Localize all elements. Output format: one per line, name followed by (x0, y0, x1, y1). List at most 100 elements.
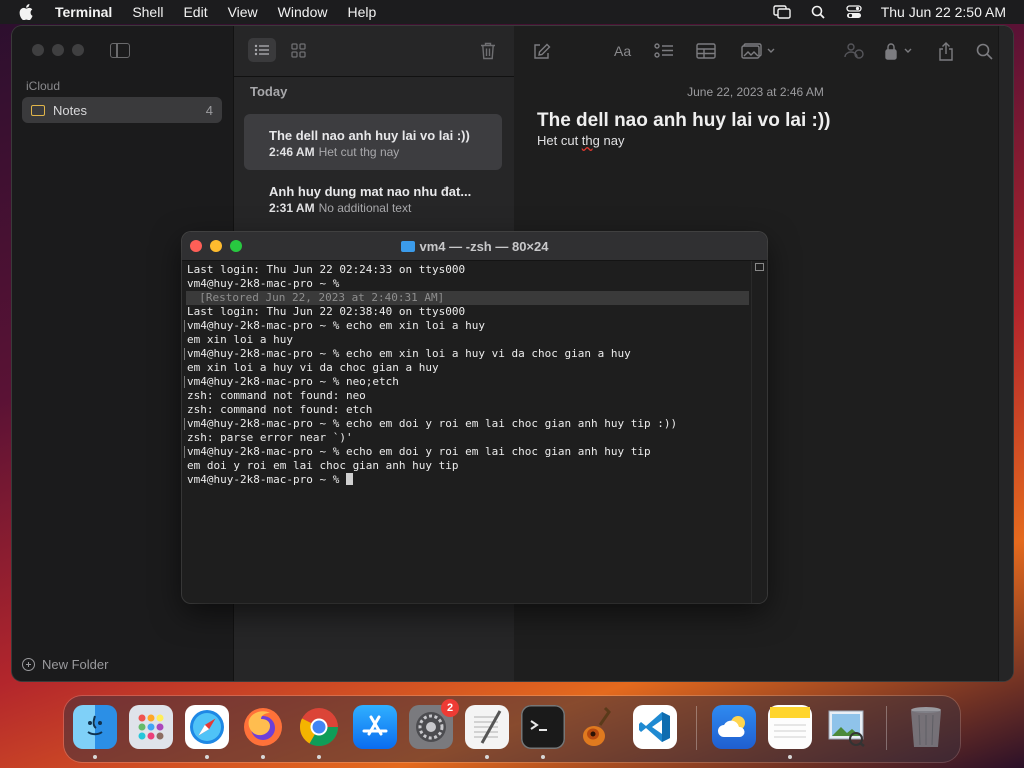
terminal-line: vm4@huy-2k8-mac-pro ~ % (187, 277, 340, 290)
note-item-preview: No additional text (318, 201, 412, 215)
format-text-button[interactable]: Aa (614, 41, 631, 61)
terminal-line: zsh: command not found: neo (187, 389, 366, 402)
terminal-prompt: vm4@huy-2k8-mac-pro ~ % (187, 473, 346, 486)
firefox-icon[interactable] (241, 705, 285, 749)
delete-note-button[interactable] (478, 40, 498, 62)
running-indicator (485, 755, 489, 759)
compose-icon (534, 43, 551, 59)
running-indicator (261, 755, 265, 759)
terminal-titlebar[interactable]: vm4 — -zsh — 80×24 (182, 232, 767, 261)
note-item-preview: Het cut thg nay (318, 145, 400, 159)
restored-session-banner: [Restored Jun 22, 2023 at 2:40:31 AM] (186, 291, 749, 305)
terminal-line: Last login: Thu Jun 22 02:24:33 on ttys0… (187, 263, 466, 276)
vscode-icon[interactable] (633, 705, 677, 749)
format-text-label: Aa (614, 43, 632, 59)
control-center-icon[interactable] (845, 5, 863, 19)
checklist-icon (654, 43, 673, 58)
folder-notes[interactable]: Notes 4 (22, 97, 222, 123)
close-button[interactable] (32, 44, 44, 56)
new-folder-label: New Folder (42, 657, 109, 672)
share-button[interactable] (938, 41, 954, 61)
running-indicator (317, 755, 321, 759)
menu-app-terminal[interactable]: Terminal (55, 4, 112, 20)
preview-icon[interactable] (824, 705, 868, 749)
note-item-time: 2:31 AM (269, 201, 315, 215)
gallery-view-icon (290, 42, 306, 58)
note-body-text: Het cut (537, 133, 582, 148)
note-list-item[interactable]: Anh huy dung mat nao nhu đat... 2:31 AM N… (244, 170, 502, 226)
note-item-meta: 2:31 AM No additional text (269, 201, 411, 215)
apple-menu-icon[interactable] (18, 4, 34, 20)
text-cursor (345, 473, 353, 485)
terminal-line: zsh: parse error near `)' (187, 431, 353, 444)
terminal-scrollbar[interactable] (751, 261, 767, 603)
menu-clock[interactable]: Thu Jun 22 2:50 AM (881, 4, 1006, 20)
editor-toolbar: Aa (514, 26, 1013, 76)
note-date: June 22, 2023 at 2:46 AM (687, 85, 824, 99)
terminal-icon[interactable] (521, 705, 565, 749)
list-view-button[interactable] (248, 38, 276, 62)
note-body[interactable]: Het cut thg nay (537, 133, 624, 148)
terminal-line: vm4@huy-2k8-mac-pro ~ % echo em doi y ro… (187, 445, 651, 458)
system-settings-icon[interactable]: 2 (409, 699, 459, 749)
textedit-icon[interactable] (465, 705, 509, 749)
weather-icon[interactable] (712, 705, 756, 749)
search-button[interactable] (976, 41, 993, 61)
zoom-button[interactable] (72, 44, 84, 56)
menu-window[interactable]: Window (278, 4, 328, 20)
collaborate-button[interactable] (844, 41, 864, 61)
terminal-line: em xin loi a huy vi da choc gian a huy (187, 361, 439, 374)
compose-note-button[interactable] (533, 41, 551, 61)
marks-icon[interactable] (755, 263, 764, 271)
note-title[interactable]: The dell nao anh huy lai vo lai :)) (537, 110, 830, 132)
terminal-output[interactable]: Last login: Thu Jun 22 02:24:33 on ttys0… (182, 261, 752, 603)
gallery-view-button[interactable] (284, 38, 312, 62)
folder-icon (400, 241, 415, 252)
new-folder-button[interactable]: New Folder (22, 657, 108, 672)
terminal-title: vm4 — -zsh — 80×24 (182, 239, 767, 254)
lock-icon (885, 43, 912, 60)
note-item-title: The dell nao anh huy lai vo lai :)) (269, 128, 470, 143)
garageband-icon[interactable] (577, 705, 621, 749)
spotlight-search-icon[interactable] (809, 5, 827, 19)
folder-label: Notes (53, 102, 87, 118)
terminal-line: vm4@huy-2k8-mac-pro ~ % echo em xin loi … (187, 347, 631, 360)
checklist-button[interactable] (654, 41, 674, 61)
finder-icon[interactable] (73, 705, 117, 749)
app-store-icon[interactable] (353, 705, 397, 749)
chrome-icon[interactable] (297, 705, 341, 749)
menu-bar: Terminal Shell Edit View Window Help Thu… (0, 0, 1024, 24)
notes-app-icon[interactable] (768, 705, 812, 749)
safari-icon[interactable] (185, 705, 229, 749)
command-mark (184, 320, 187, 332)
screen-mirroring-icon[interactable] (772, 5, 791, 19)
plus-circle-icon (22, 658, 35, 671)
icloud-section-label: iCloud (26, 79, 61, 93)
lock-note-button[interactable] (884, 41, 914, 61)
search-icon (976, 43, 993, 60)
terminal-line: zsh: command not found: etch (187, 403, 373, 416)
folder-count: 4 (205, 102, 213, 118)
menu-view[interactable]: View (228, 4, 258, 20)
minimize-button[interactable] (52, 44, 64, 56)
table-icon (696, 43, 716, 59)
terminal-window: vm4 — -zsh — 80×24 Last login: Thu Jun 2… (182, 232, 767, 603)
media-button[interactable] (741, 41, 775, 61)
list-toolbar (234, 26, 514, 77)
menu-edit[interactable]: Edit (183, 4, 207, 20)
editor-scrollbar[interactable] (998, 26, 1013, 681)
menu-shell[interactable]: Shell (132, 4, 163, 20)
sidebar-toggle-icon[interactable] (110, 43, 130, 58)
table-button[interactable] (696, 41, 716, 61)
command-mark (184, 446, 187, 458)
running-indicator (93, 755, 97, 759)
notes-window-controls (32, 44, 84, 56)
running-indicator (205, 755, 209, 759)
share-icon (939, 41, 953, 61)
running-indicator (541, 755, 545, 759)
menu-help[interactable]: Help (347, 4, 376, 20)
note-list-item[interactable]: The dell nao anh huy lai vo lai :)) 2:46… (244, 114, 502, 170)
trash-icon (481, 42, 495, 60)
trash-icon[interactable] (904, 705, 948, 749)
launchpad-icon[interactable] (129, 705, 173, 749)
